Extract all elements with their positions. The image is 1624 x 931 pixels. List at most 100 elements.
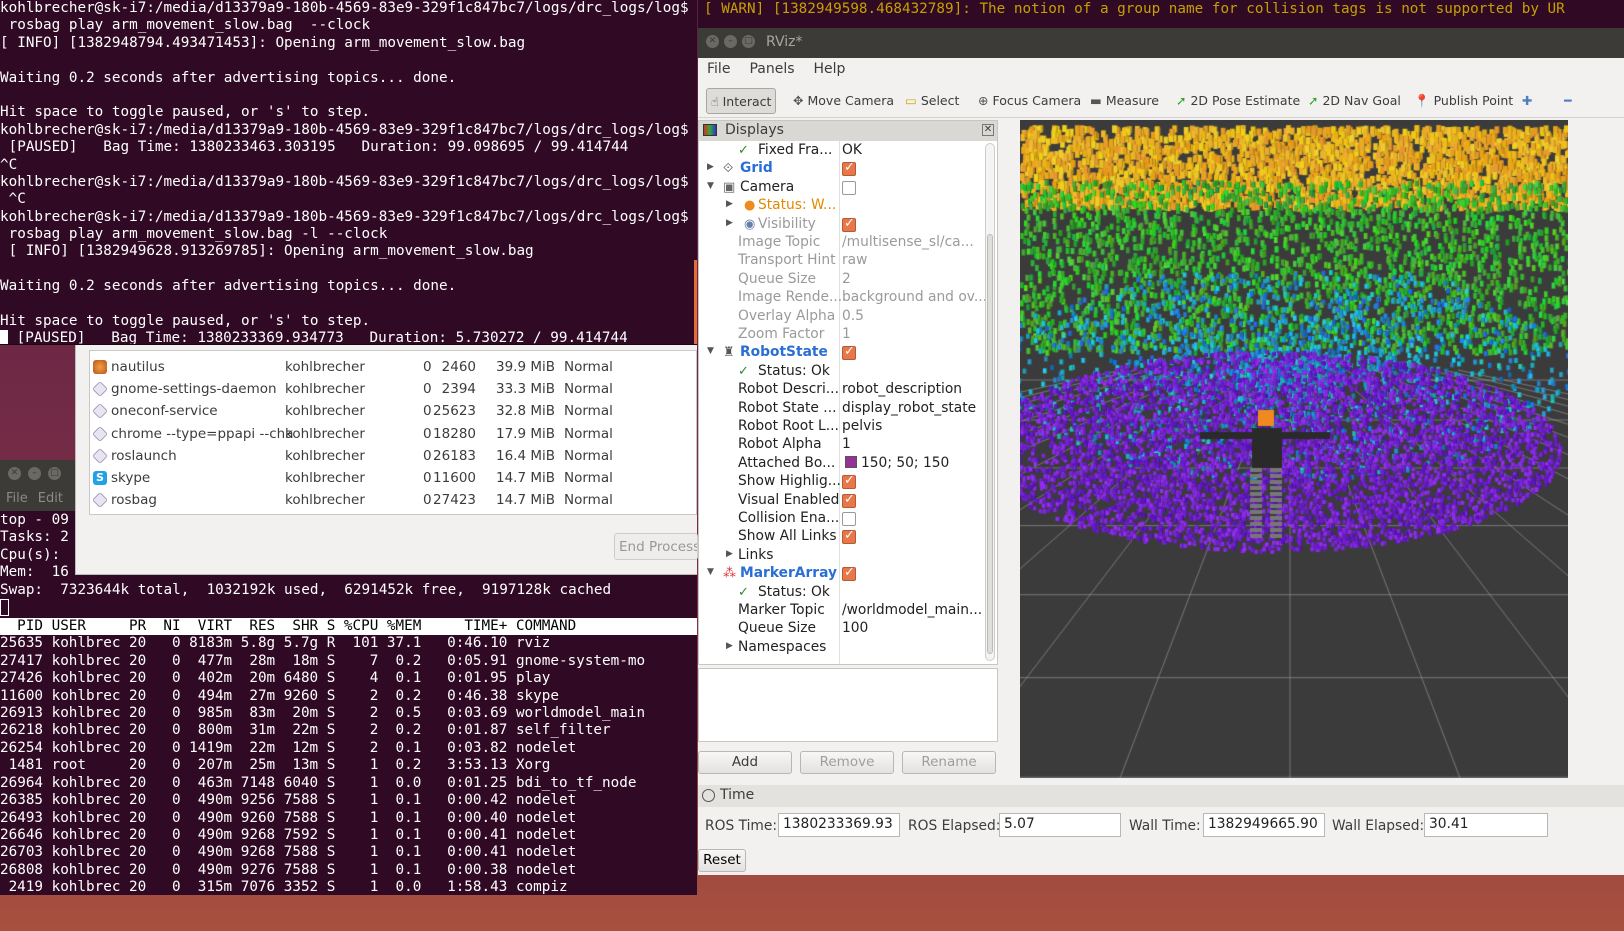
terminal-rosbag[interactable]: kohlbrecher@sk-i7:/media/d13379a9-180b-4… <box>0 0 697 345</box>
display-tree-row[interactable]: Queue Size 2 <box>699 271 985 289</box>
display-tree-row[interactable]: ▶ ⟐ Grid <box>699 160 985 178</box>
display-tree-row[interactable]: ▶ Links <box>699 547 985 565</box>
process-row[interactable]: roslaunch kohlbrecher 0 26183 16.4 MiB Normal <box>90 445 696 467</box>
process-row[interactable]: chrome --type=ppapi --cha kohlbrecher 0 182… <box>90 423 696 445</box>
checkbox[interactable] <box>842 565 856 582</box>
display-row-value[interactable] <box>842 160 856 180</box>
process-row[interactable]: oneconf-service kohlbrecher 0 25623 32.8 MiB… <box>90 400 696 422</box>
display-tree-row[interactable]: Marker Topic/worldmodel_main... <box>699 602 985 620</box>
display-tree-row[interactable]: Queue Size 100 <box>699 620 985 638</box>
checkbox[interactable] <box>842 180 856 195</box>
process-row[interactable]: rosbag kohlbrecher 0 27423 14.7 MiB Normal <box>90 489 696 511</box>
process-list[interactable]: nautilus kohlbrecher 0 2460 39.9 MiB Normal gn… <box>89 350 697 515</box>
remove-button[interactable]: Remove <box>800 751 894 774</box>
display-tree-row[interactable]: Visual Enabled <box>699 492 985 510</box>
ros-time-field[interactable]: 1380233369.93 <box>778 813 900 837</box>
display-tree-row[interactable]: ▼ ♜ RobotState <box>699 344 985 362</box>
end-process-button[interactable]: End Process <box>614 533 698 560</box>
display-tree-row[interactable]: Show All Links <box>699 528 985 546</box>
checkbox[interactable] <box>842 473 856 490</box>
tool-2d-pose-estimate[interactable]: ➚ 2D Pose Estimate <box>1172 88 1304 114</box>
display-tree-row[interactable]: ✓ Fixed Fra... OK <box>699 142 985 160</box>
displays-scrollbar[interactable] <box>985 143 995 661</box>
display-tree-row[interactable]: Overlay Alpha 0.5 <box>699 308 985 326</box>
close-icon[interactable]: ✕ <box>8 467 21 480</box>
display-tree-row[interactable]: Robot Descri... robot_description <box>699 381 985 399</box>
close-icon[interactable]: ✕ <box>706 35 719 48</box>
maximize-icon[interactable]: □ <box>48 467 61 480</box>
expand-arrow-icon[interactable]: ▼ <box>707 567 714 577</box>
tool-2d-nav-goal[interactable]: ➚ 2D Nav Goal <box>1304 88 1405 114</box>
tool-move-camera[interactable]: ✥ Move Camera <box>789 88 898 114</box>
display-tree-row[interactable]: Robot Root L... pelvis <box>699 418 985 436</box>
display-tree-row[interactable]: ▼ ⁂ MarkerArray <box>699 565 985 583</box>
display-tree-row[interactable]: ✓ Status: Ok <box>699 584 985 602</box>
ros-elapsed-field[interactable]: 5.07 <box>999 813 1121 837</box>
checkbox[interactable] <box>842 160 856 177</box>
reset-button[interactable]: Reset <box>698 849 746 872</box>
process-row[interactable]: gnome-settings-daemon kohlbrecher 0 2394 33.… <box>90 378 696 400</box>
3d-render-view[interactable] <box>1020 120 1568 778</box>
display-tree-row[interactable]: Transport Hint raw <box>699 252 985 270</box>
menu-edit[interactable]: Edit <box>38 491 63 506</box>
display-row-value[interactable] <box>842 492 856 512</box>
collapse-arrow-icon[interactable]: ▶ <box>726 641 733 651</box>
collapse-arrow-icon[interactable]: ▶ <box>726 199 733 209</box>
display-row-value[interactable] <box>842 344 856 364</box>
tool-measure[interactable]: ▬ Measure <box>1086 88 1163 114</box>
expand-arrow-icon[interactable]: ▼ <box>707 346 714 356</box>
display-tree-row[interactable]: Attached Bo... 150; 50; 150 <box>699 455 985 473</box>
close-panel-icon[interactable]: ✕ <box>982 124 994 136</box>
expand-arrow-icon[interactable]: ▼ <box>707 181 714 191</box>
checkbox[interactable] <box>842 216 856 232</box>
collapse-arrow-icon[interactable]: ▶ <box>726 218 733 228</box>
tool-select[interactable]: ▭ Select <box>901 88 963 114</box>
tool-plus[interactable]: ✚ <box>1518 88 1540 114</box>
menu-help[interactable]: Help <box>814 61 846 77</box>
display-tree-row[interactable]: Image Topic/multisense_sl/ca... <box>699 234 985 252</box>
display-row-value[interactable] <box>842 510 856 530</box>
display-tree-row[interactable]: Show Highlig... <box>699 473 985 491</box>
process-row[interactable]: Sskype kohlbrecher 0 11600 14.7 MiB Normal <box>90 467 696 489</box>
menu-panels[interactable]: Panels <box>749 61 794 77</box>
tool-publish-point[interactable]: 📍 Publish Point <box>1410 88 1517 114</box>
tool-focus-camera[interactable]: ⊕ Focus Camera <box>974 88 1085 114</box>
process-row[interactable]: nautilus kohlbrecher 0 2460 39.9 MiB Normal <box>90 356 696 378</box>
terminal-scrollbar[interactable] <box>694 260 697 344</box>
checkbox[interactable] <box>842 512 856 526</box>
display-row-value[interactable] <box>842 565 856 585</box>
display-row-value[interactable] <box>842 179 856 199</box>
menu-file[interactable]: File <box>6 491 28 506</box>
tool-interact[interactable]: ☝ Interact <box>706 88 777 114</box>
checkbox[interactable] <box>842 344 856 361</box>
tool-minus[interactable]: ━ <box>1560 88 1580 114</box>
checkbox[interactable] <box>842 492 856 508</box>
display-tree-row[interactable]: ✓ Status: Ok <box>699 363 985 381</box>
display-tree-row[interactable]: Robot Alpha 1 <box>699 436 985 454</box>
collapse-arrow-icon[interactable]: ▶ <box>707 162 714 172</box>
wall-time-field[interactable]: 1382949665.90 <box>1203 813 1325 837</box>
display-tree-row[interactable]: Image Rende... background and ov... <box>699 289 987 307</box>
minimize-icon[interactable]: – <box>28 467 41 480</box>
minimize-icon[interactable]: – <box>724 35 737 48</box>
display-tree-row[interactable]: Robot State ... display_robot_state <box>699 400 985 418</box>
maximize-icon[interactable]: □ <box>742 35 755 48</box>
display-tree-row[interactable]: ▶ Namespaces <box>699 639 985 657</box>
scrollbar-thumb[interactable] <box>987 234 993 654</box>
wall-elapsed-field[interactable]: 30.41 <box>1424 813 1548 837</box>
display-tree-row[interactable]: Collision Ena... <box>699 510 985 528</box>
cell: 9268 <box>240 844 276 861</box>
collapse-arrow-icon[interactable]: ▶ <box>726 549 733 559</box>
display-row-value[interactable] <box>842 216 856 236</box>
rename-button[interactable]: Rename <box>902 751 996 774</box>
display-tree-row[interactable]: ▼ ▣ Camera <box>699 179 985 197</box>
display-row-value[interactable] <box>842 473 856 493</box>
add-button[interactable]: Add <box>698 751 792 774</box>
checkbox[interactable] <box>842 528 856 545</box>
display-tree-row[interactable]: ▶ ◉ Visibility <box>699 216 985 234</box>
display-tree-row[interactable]: Zoom Factor 1 <box>699 326 985 344</box>
menu-file[interactable]: File <box>707 61 730 77</box>
color-swatch[interactable] <box>845 455 857 468</box>
display-row-value[interactable] <box>842 528 856 548</box>
display-tree-row[interactable]: ▶ ● Status: W... <box>699 197 985 215</box>
